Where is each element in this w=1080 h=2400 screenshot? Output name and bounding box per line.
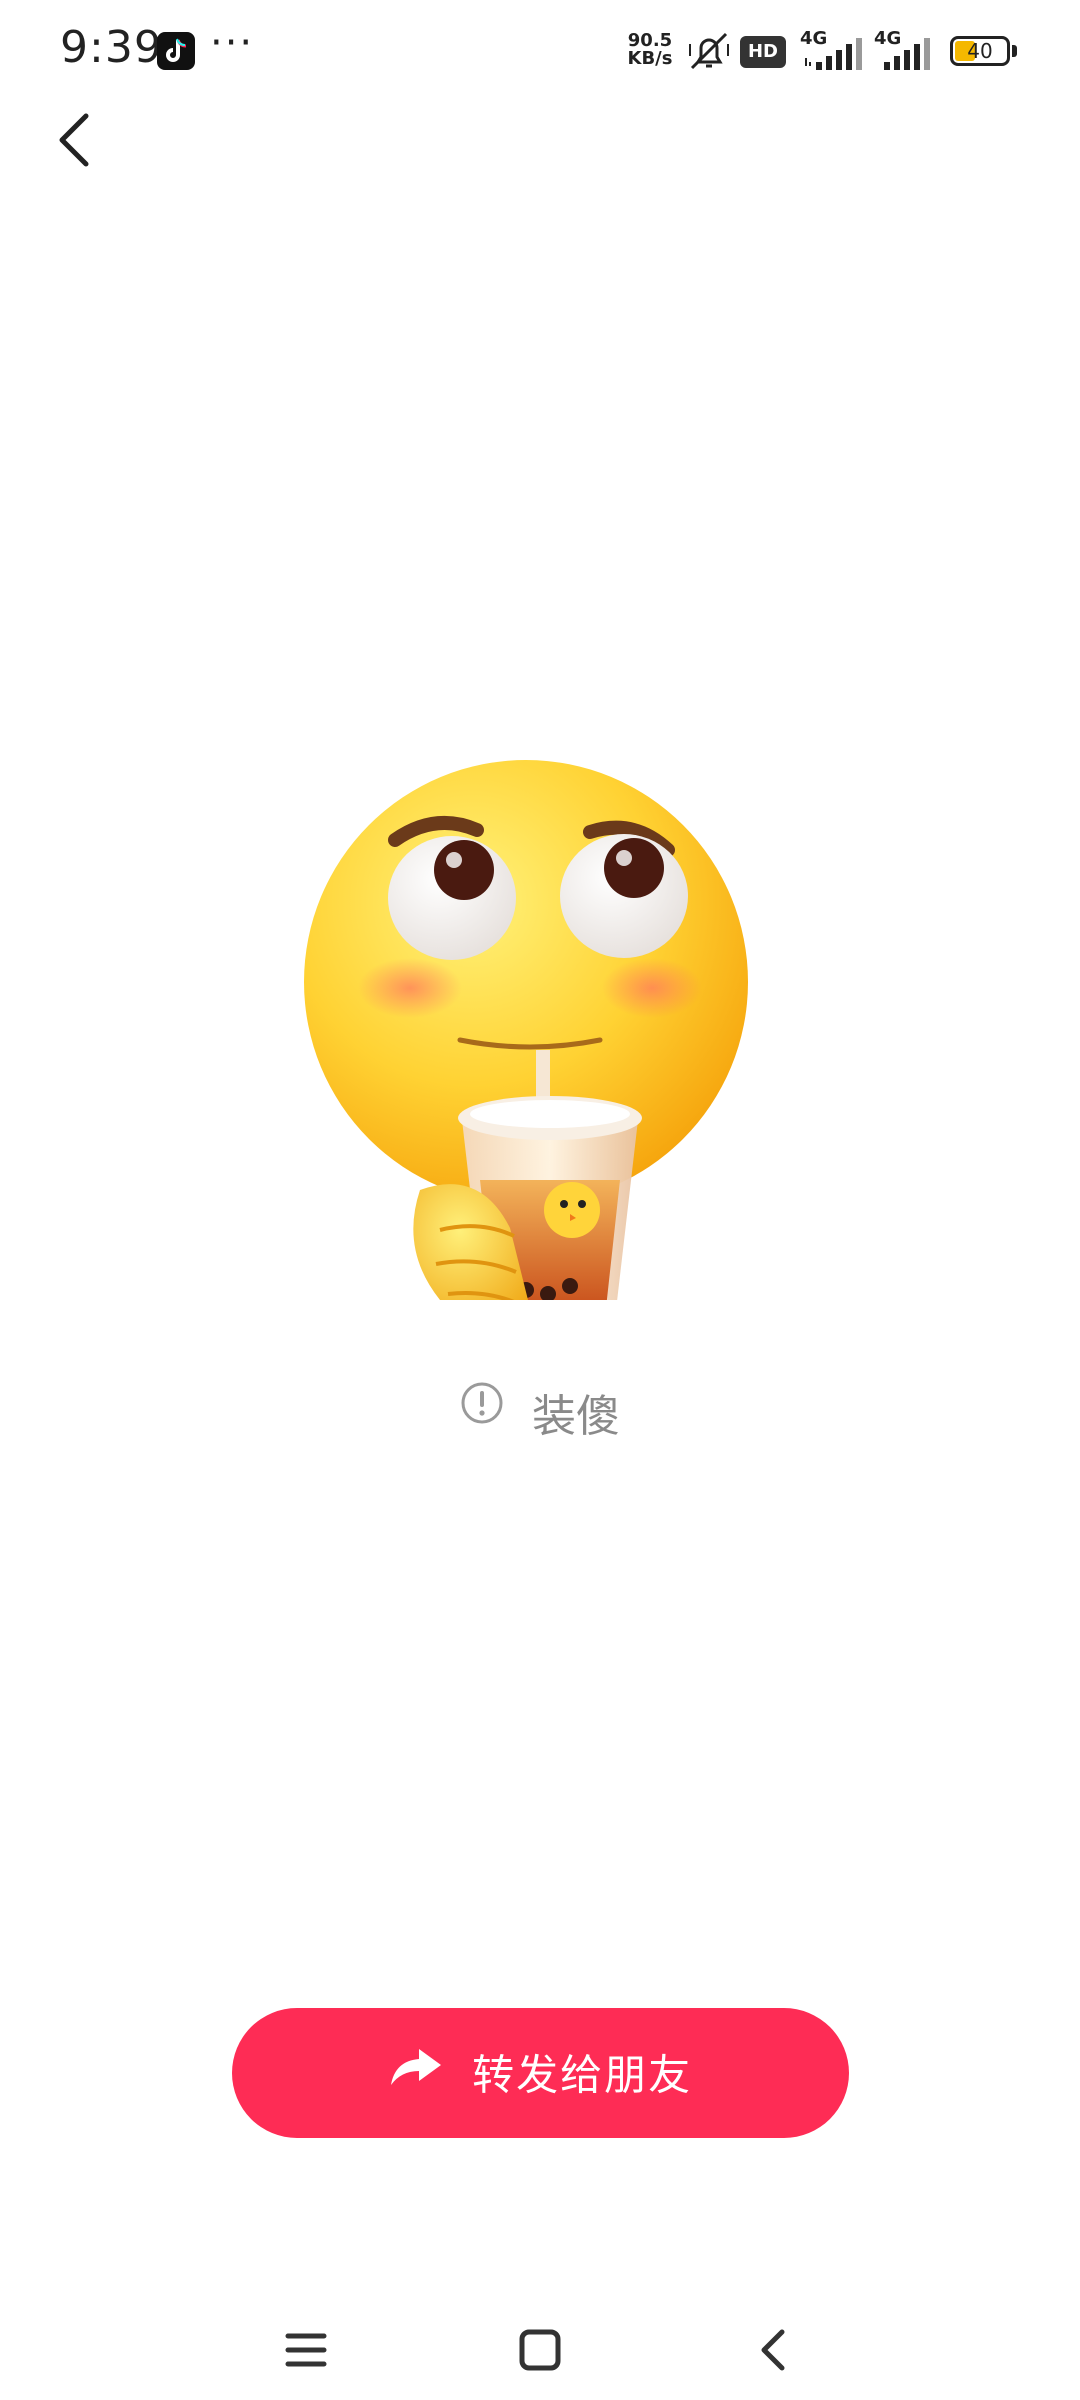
forward-arrow-icon	[389, 2008, 443, 2138]
signal-1-bars-icon	[802, 36, 868, 76]
tiktok-notification-icon	[157, 32, 195, 70]
status-time: 9:39	[60, 22, 163, 73]
network-speed: 90.5 KB/s	[622, 32, 678, 68]
recent-apps-button[interactable]	[266, 2310, 346, 2390]
chevron-left-icon	[59, 113, 89, 167]
forward-to-friend-button[interactable]: 转发给朋友	[232, 2008, 849, 2138]
triangle-back-icon	[761, 2329, 785, 2371]
more-notifications-icon: ···	[210, 20, 255, 66]
back-button[interactable]	[40, 100, 110, 180]
status-bar: 9:39 ··· 90.5 KB/s HD 4G 4G 40	[0, 0, 1080, 100]
square-home-icon	[519, 2329, 561, 2371]
sticker-name: 装傻	[532, 1391, 620, 1442]
home-button[interactable]	[500, 2310, 580, 2390]
forward-to-friend-label: 转发给朋友	[472, 2050, 693, 2100]
emoji-sticker-image	[290, 760, 790, 1317]
mute-icon	[686, 30, 732, 76]
battery-tip	[1012, 45, 1017, 57]
system-back-button[interactable]	[734, 2310, 814, 2390]
hd-voice-badge: HD	[740, 36, 786, 68]
system-navigation-bar	[0, 2290, 1080, 2400]
signal-2-bars-icon	[876, 36, 938, 76]
battery-level: 40	[967, 39, 993, 63]
info-circle-icon[interactable]	[460, 1381, 504, 1436]
sticker-detail-screen: 9:39 ··· 90.5 KB/s HD 4G 4G 40 装傻 转发给朋友	[0, 0, 1080, 2400]
menu-lines-icon	[285, 2333, 327, 2367]
sticker-caption: 装傻	[0, 1380, 1080, 1444]
battery-icon: 40	[950, 36, 1010, 66]
network-speed-unit: KB/s	[627, 48, 673, 69]
